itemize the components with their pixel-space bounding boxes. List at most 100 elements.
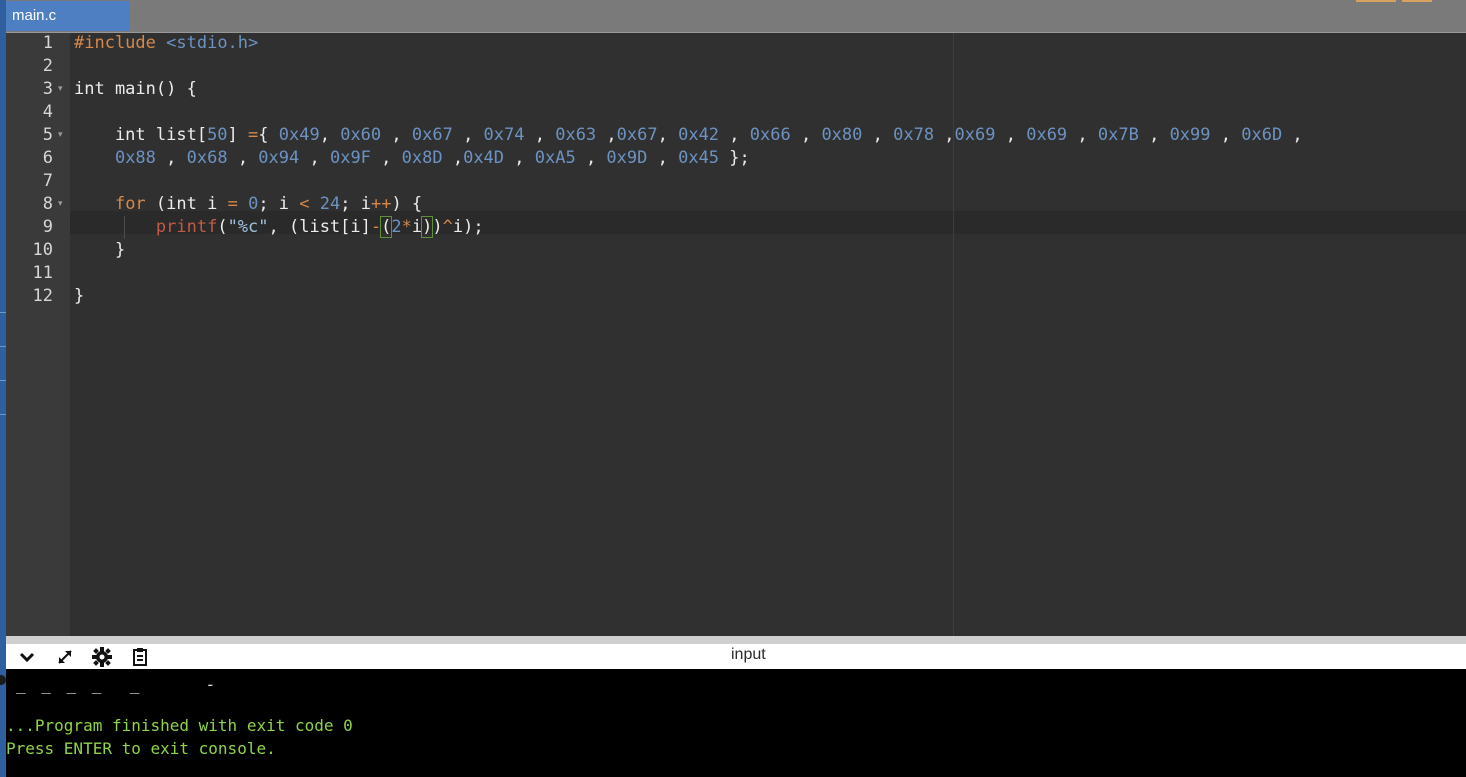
line-number-gutter: 1 2 3 ▾ 4 5 ▾ 6 7 8 ▾ 9 10 11 12	[6, 33, 70, 636]
line-number: 12	[32, 286, 53, 306]
code-token: 0x88	[114, 148, 156, 168]
code-token: #include	[74, 33, 156, 53]
code-token: (	[380, 216, 393, 238]
line-number: 1	[42, 33, 53, 53]
code-token: ,	[155, 148, 187, 168]
code-token: 0x9F	[329, 148, 371, 168]
line-number: 7	[42, 171, 53, 191]
line-number: 9	[42, 217, 53, 237]
code-token: ,	[596, 125, 617, 145]
code-token: =	[227, 194, 238, 214]
code-token: 0x9D	[606, 148, 648, 168]
code-token: ,	[790, 125, 822, 145]
code-token: 0x74	[483, 125, 525, 145]
code-line[interactable]: }	[74, 285, 84, 308]
chevron-down-icon	[19, 652, 35, 663]
code-area[interactable]: #include <stdio.h> int main() { int list[…	[74, 33, 1466, 636]
code-token: ,	[319, 125, 341, 145]
code-editor[interactable]: 1 2 3 ▾ 4 5 ▾ 6 7 8 ▾ 9 10 11 12 #include <stdio.h> int…	[6, 33, 1466, 636]
code-token: -	[370, 217, 382, 237]
code-line[interactable]: #include <stdio.h>	[74, 32, 258, 55]
code-token: ,	[657, 125, 679, 145]
code-token: <stdio.h>	[166, 33, 259, 53]
code-token: 0x69	[1026, 125, 1068, 145]
code-line[interactable]: for (int i = 0; i < 24; i++) {	[74, 193, 422, 216]
io-panel-toolbar: input	[6, 644, 1466, 669]
code-token: ,	[719, 125, 750, 145]
code-token: "%c"	[227, 217, 269, 237]
code-token: ,	[370, 148, 402, 168]
copy-output-button[interactable]	[129, 646, 151, 668]
code-token: ,	[524, 125, 556, 145]
exit-code-message: ...Program finished with exit code 0	[6, 716, 353, 735]
code-token: 0x63	[555, 125, 597, 145]
code-token: <	[299, 194, 310, 214]
code-token: 0x45	[678, 148, 720, 168]
expand-button[interactable]	[54, 646, 76, 668]
code-token: }	[74, 240, 126, 260]
code-token: 0x49	[278, 125, 320, 145]
code-token: 0x42	[678, 125, 720, 145]
code-token: ,	[442, 148, 464, 168]
code-token: 0xA5	[534, 148, 576, 168]
code-token: ,	[1282, 125, 1303, 145]
code-token: ,	[862, 125, 894, 145]
code-token: 0x4D	[463, 148, 505, 168]
code-token: int main() {	[74, 79, 197, 99]
line-number: 4	[42, 102, 53, 122]
code-token: int list[	[74, 125, 208, 145]
collapse-button[interactable]	[16, 646, 38, 668]
code-token: for	[114, 194, 146, 214]
code-token: ,	[934, 125, 955, 145]
code-token: ^	[442, 217, 453, 237]
indent-guide	[124, 216, 125, 239]
panel-divider[interactable]	[6, 636, 1466, 644]
code-token: 0x78	[893, 125, 935, 145]
code-token: ,	[1138, 125, 1170, 145]
fold-toggle-icon[interactable]: ▾	[58, 124, 63, 147]
code-token: 2	[391, 217, 402, 237]
code-token: 0	[248, 194, 259, 214]
code-token: 0x7B	[1097, 125, 1139, 145]
code-token: 0x80	[821, 125, 863, 145]
fold-toggle-icon[interactable]: ▾	[58, 193, 63, 216]
code-line[interactable]: int main() {	[74, 78, 197, 101]
code-token: 0x67	[411, 125, 453, 145]
code-token: ,	[227, 148, 259, 168]
code-token: (int i	[145, 194, 228, 214]
io-panel-title: input	[731, 646, 766, 663]
code-token: printf	[155, 217, 218, 237]
code-token: };	[719, 148, 750, 168]
console-output[interactable]: _ _ _ _ _ - ...Program finished with exi…	[6, 669, 1466, 777]
code-line[interactable]: 0x88 , 0x68 , 0x94 , 0x9F , 0x8D ,0x4D ,…	[74, 147, 750, 170]
code-token: ,	[575, 148, 607, 168]
code-token: ,	[452, 125, 484, 145]
gear-icon	[92, 647, 112, 667]
line-number: 6	[42, 148, 53, 168]
tab-main-c[interactable]: main.c	[6, 1, 130, 31]
code-token: ,	[504, 148, 535, 168]
code-token: i);	[452, 217, 484, 237]
code-token: )	[432, 217, 443, 237]
code-token: ++	[370, 194, 392, 214]
code-line[interactable]: }	[74, 239, 125, 262]
code-line[interactable]: printf("%c", (list[i]-(2*i))^i);	[74, 216, 484, 239]
program-output: _ _ _ _ _ -	[16, 675, 219, 694]
code-token: , (list[i]	[268, 217, 371, 237]
fold-toggle-icon[interactable]: ▾	[58, 78, 63, 101]
code-token: ,	[1210, 125, 1242, 145]
settings-button[interactable]	[91, 646, 113, 668]
code-token: 0x99	[1169, 125, 1211, 145]
code-line[interactable]: int list[50] ={ 0x49, 0x60 , 0x67 , 0x74…	[74, 124, 1303, 147]
code-token: }	[74, 286, 85, 306]
code-token: 0x6D	[1241, 125, 1283, 145]
line-number: 3	[42, 79, 53, 99]
code-token: ]	[227, 125, 249, 145]
code-token: ,	[995, 125, 1027, 145]
code-token: ,	[647, 148, 679, 168]
